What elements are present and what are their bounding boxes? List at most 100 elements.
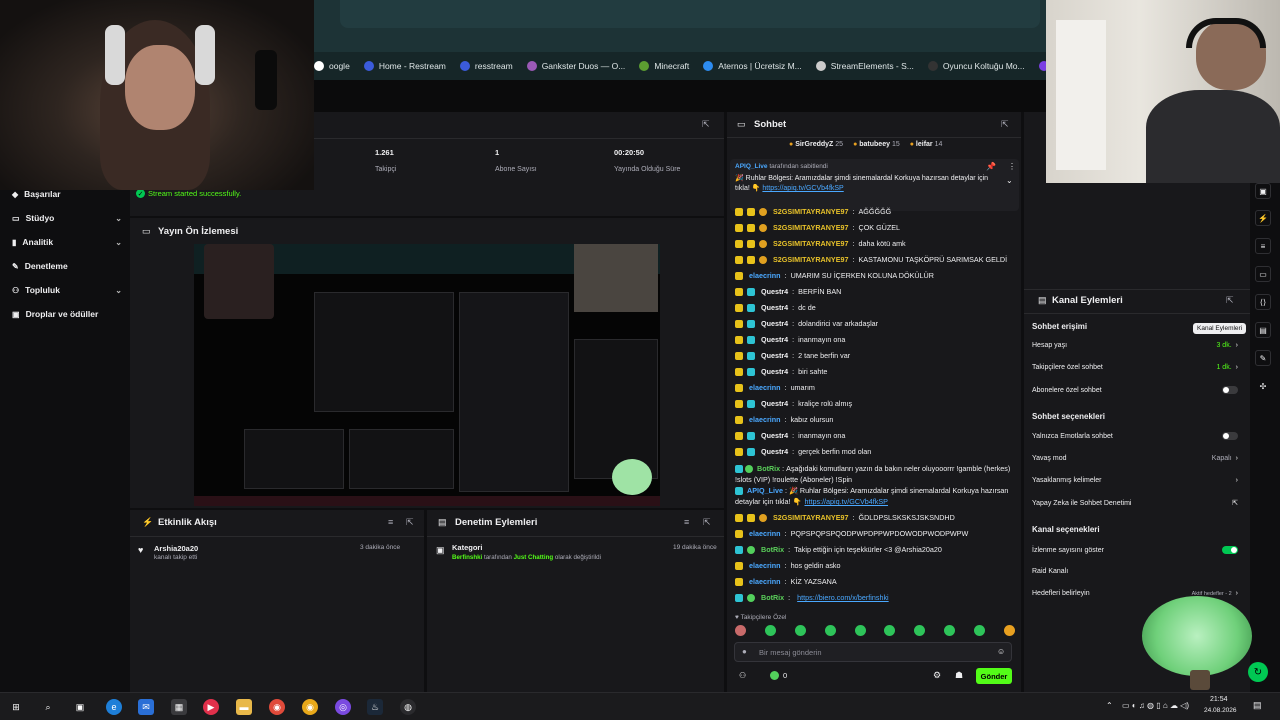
popout-icon[interactable]: ⇱: [1001, 119, 1009, 130]
media-icon[interactable]: ▶: [203, 699, 219, 715]
refresh-icon[interactable]: ↻: [1248, 662, 1268, 682]
app-icon[interactable]: ◍: [400, 699, 416, 715]
chat-username[interactable]: elaecrinn: [749, 271, 781, 280]
filter-icon[interactable]: ≡: [684, 517, 689, 527]
send-button[interactable]: Gönder: [976, 668, 1012, 684]
sidebar-item[interactable]: ▭ Stüdyo ⌄: [12, 213, 122, 223]
activity-user[interactable]: Arshia20a20: [154, 544, 198, 553]
mail-icon[interactable]: ✉: [138, 699, 154, 715]
chrome-icon[interactable]: ◉: [269, 699, 285, 715]
emoji-icon[interactable]: ☺: [997, 647, 1005, 656]
emote-icon[interactable]: [854, 625, 866, 636]
obs-icon[interactable]: ◎: [335, 699, 351, 715]
chat-username[interactable]: elaecrinn: [749, 577, 781, 586]
stream-preview-video[interactable]: [194, 244, 660, 506]
chat-username[interactable]: S2GSIMITAYRANYE97: [773, 513, 849, 522]
chat-username[interactable]: S2GSIMITAYRANYE97: [773, 239, 849, 248]
sidebar-item[interactable]: ▣ Droplar ve ödüller: [12, 309, 122, 319]
chat-username[interactable]: Questr4: [761, 287, 788, 296]
chat-username[interactable]: BotRix: [761, 545, 784, 554]
toggle-switch[interactable]: [1222, 386, 1238, 394]
sidebar-item[interactable]: ▮ Analitik ⌄: [12, 237, 122, 247]
channel-action-row[interactable]: Yalnızca Emotlarla sohbet: [1032, 432, 1238, 440]
bookmark-item[interactable]: Home - Restream: [363, 61, 446, 71]
channel-action-row[interactable]: Yasaklanmış kelimeler ›: [1032, 477, 1238, 484]
sidebar-item[interactable]: ✎ Denetleme: [12, 261, 122, 271]
sidebar-item[interactable]: ⚇ Topluluk ⌄: [12, 285, 122, 295]
bookmark-item[interactable]: Minecraft: [639, 61, 689, 71]
channel-actions-icon[interactable]: ▤: [1255, 322, 1271, 338]
code-icon[interactable]: ⟨⟩: [1255, 294, 1271, 310]
pin-icon[interactable]: 📌: [986, 162, 996, 171]
chat-username[interactable]: S2GSIMITAYRANYE97: [773, 223, 849, 232]
top-gifter[interactable]: ● leifar 14: [910, 141, 943, 148]
emote-icon[interactable]: [794, 625, 806, 636]
emote-icon[interactable]: [824, 625, 836, 636]
search-icon[interactable]: ⌕: [40, 699, 56, 715]
chat-username[interactable]: Questr4: [761, 367, 788, 376]
chat-link[interactable]: https://apiq.tv/GCVb4fkSP: [804, 497, 888, 506]
top-gifter[interactable]: ● SirGreddyZ 25: [789, 141, 843, 148]
chat-username[interactable]: Questr4: [761, 303, 788, 312]
channel-action-row[interactable]: Yavaş mod Kapalı ›: [1032, 455, 1238, 462]
store-icon[interactable]: ▦: [171, 699, 187, 715]
chat-icon[interactable]: ▭: [1255, 266, 1271, 282]
chat-username[interactable]: Questr4: [761, 431, 788, 440]
chat-username[interactable]: BotRix: [761, 593, 784, 602]
popout-icon[interactable]: ⇱: [703, 517, 711, 528]
chat-username[interactable]: S2GSIMITAYRANYE97: [773, 207, 849, 216]
toggle-switch[interactable]: [1222, 432, 1238, 440]
emote-icon[interactable]: [944, 625, 956, 636]
tray-icons[interactable]: ▭ ◐ ♫ ◍ ▯ ⌂ ☁ ◁): [1122, 701, 1189, 710]
steam-icon[interactable]: ♨: [367, 699, 383, 715]
list-icon[interactable]: ≡: [1255, 238, 1271, 254]
chat-username[interactable]: elaecrinn: [749, 561, 781, 570]
chat-username[interactable]: elaecrinn: [749, 415, 781, 424]
emote-icon[interactable]: [974, 625, 985, 636]
popout-icon[interactable]: ⇱: [406, 517, 414, 528]
popout-icon[interactable]: ⇱: [702, 119, 710, 130]
chat-username[interactable]: Questr4: [761, 335, 788, 344]
sidebar-item[interactable]: ◆ Başarılar: [12, 189, 122, 199]
chat-username[interactable]: BotRix: [757, 464, 780, 473]
chat-username[interactable]: Questr4: [761, 319, 788, 328]
windows-start-icon[interactable]: ⊞: [8, 699, 24, 715]
bot-icon[interactable]: ☗: [955, 670, 963, 681]
filter-icon[interactable]: ≡: [388, 517, 393, 527]
bookmark-item[interactable]: StreamElements - S...: [815, 61, 914, 71]
chat-username[interactable]: elaecrinn: [749, 383, 781, 392]
channel-action-row[interactable]: İzlenme sayısını göster: [1032, 546, 1238, 554]
emote-icon[interactable]: [914, 625, 926, 636]
settings-icon[interactable]: ⚙: [933, 670, 941, 681]
chat-username[interactable]: elaecrinn: [749, 529, 781, 538]
notification-icon[interactable]: ▤: [1253, 700, 1262, 711]
users-icon[interactable]: ⚇: [739, 671, 746, 680]
chat-username[interactable]: Questr4: [761, 447, 788, 456]
channel-action-row[interactable]: Raid Kanalı: [1032, 568, 1238, 575]
task-view-icon[interactable]: ▣: [72, 699, 88, 715]
plus-icon[interactable]: ✣: [1255, 378, 1271, 394]
bookmark-item[interactable]: Gankster Duos — O...: [526, 61, 625, 71]
pinned-link[interactable]: https://apiq.tv/GCVb4fkSP: [762, 185, 843, 192]
toggle-switch[interactable]: [1222, 546, 1238, 554]
bookmark-item[interactable]: Aternos | Ücretsiz M...: [703, 61, 802, 71]
chat-username[interactable]: APIQ_Live: [747, 486, 783, 495]
tray-chevron-icon[interactable]: ⌃: [1106, 701, 1113, 710]
top-gifter[interactable]: ● batubeey 15: [853, 141, 900, 148]
chat-link[interactable]: https://biero.com/x/berfinshki: [797, 593, 888, 602]
explorer-icon[interactable]: ▬: [236, 699, 252, 715]
collapse-icon[interactable]: ⌄: [1006, 176, 1013, 185]
channel-action-row[interactable]: Hesap yaşı 3 dk. ›: [1032, 342, 1238, 349]
bookmark-item[interactable]: Oyuncu Koltuğu Mo...: [927, 61, 1025, 71]
emote-icon[interactable]: [884, 625, 896, 636]
emote-icon[interactable]: [764, 625, 776, 636]
popout-icon[interactable]: ⇱: [1226, 295, 1234, 306]
emote-icon[interactable]: [1003, 625, 1015, 636]
chrome-icon[interactable]: ◉: [302, 699, 318, 715]
more-icon[interactable]: ⋮: [1008, 162, 1016, 171]
gift-icon[interactable]: ▣: [1255, 183, 1271, 199]
wrench-icon[interactable]: ✎: [1255, 350, 1271, 366]
channel-action-row[interactable]: Takipçilere özel sohbet 1 dk. ›: [1032, 364, 1238, 371]
chat-username[interactable]: Questr4: [761, 399, 788, 408]
chat-username[interactable]: Questr4: [761, 351, 788, 360]
